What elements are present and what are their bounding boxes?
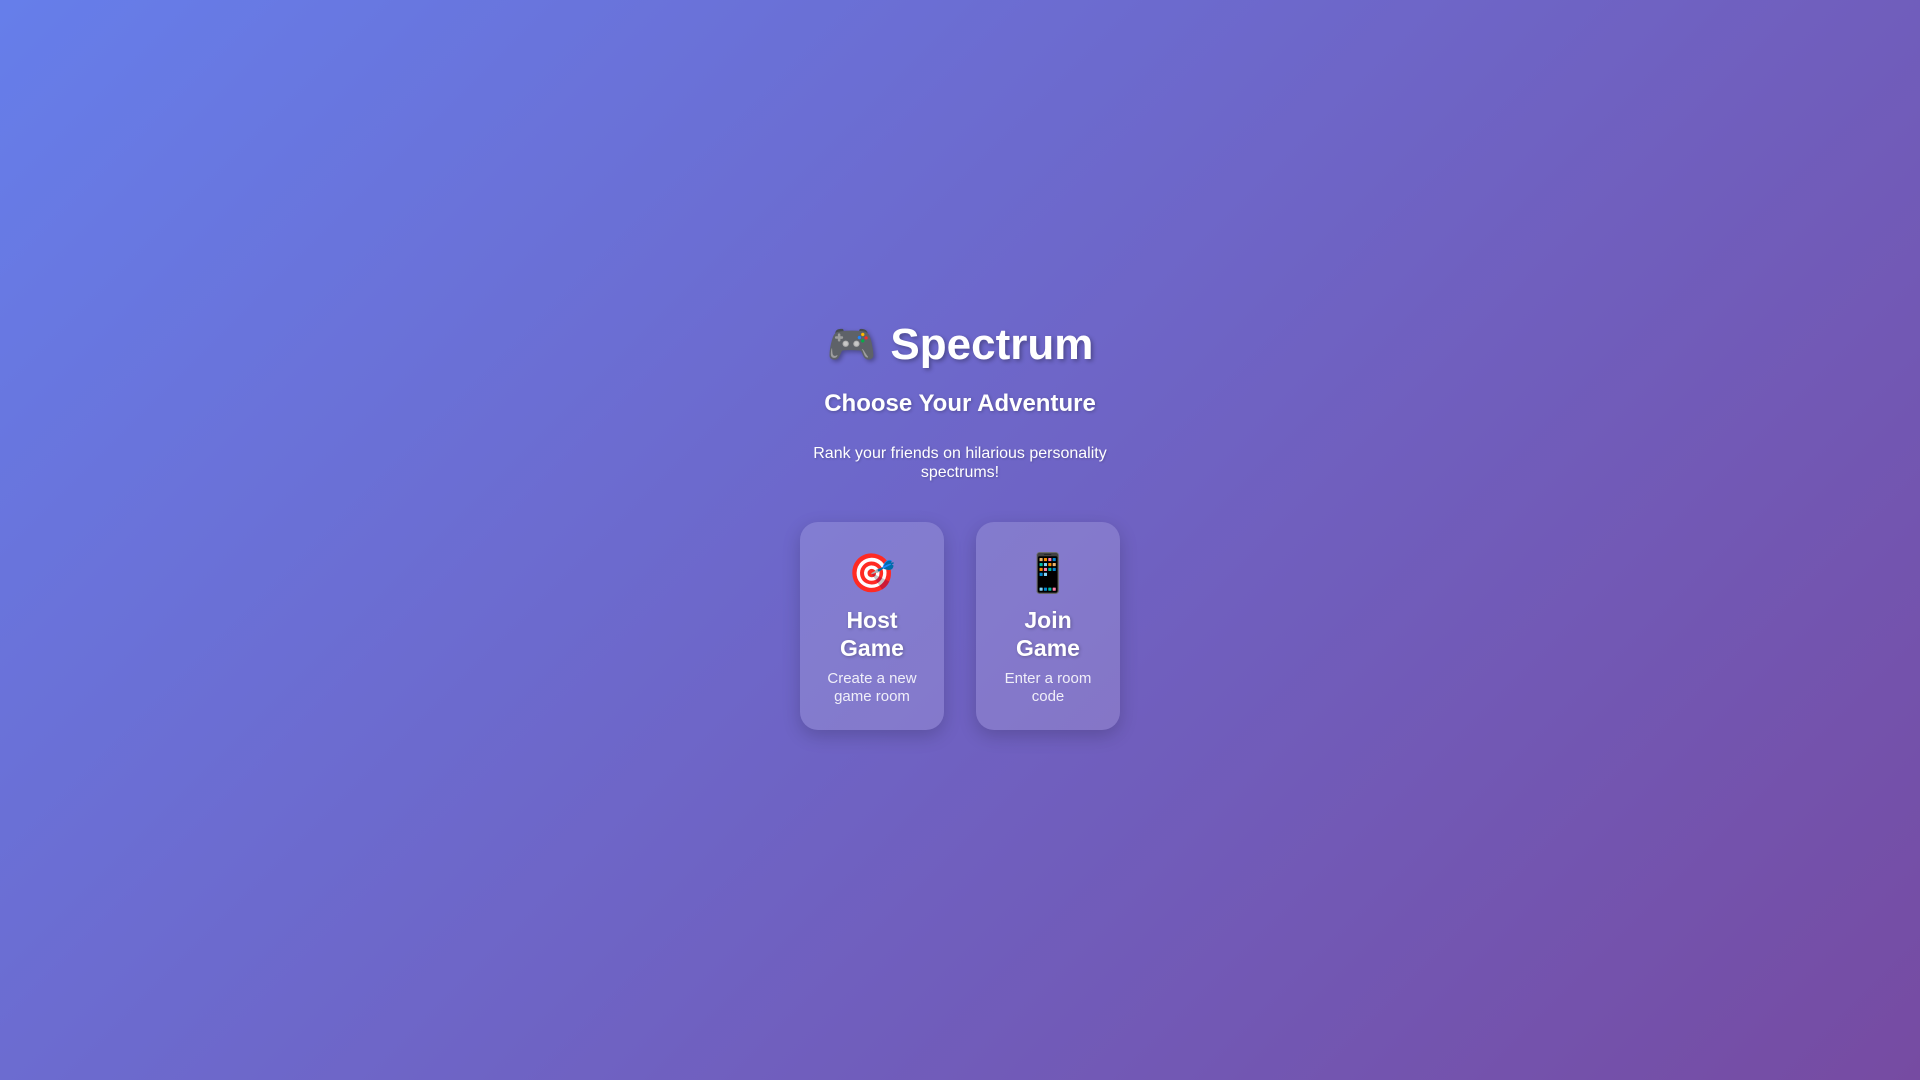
host-game-button[interactable]: 🎯 Host Game Create a new game room: [800, 522, 944, 730]
join-game-title: Join Game: [1016, 607, 1080, 661]
tagline: Rank your friends on hilarious personali…: [813, 445, 1107, 481]
page-subtitle: Choose Your Adventure: [824, 390, 1096, 417]
join-game-description: Enter a room code: [1004, 670, 1092, 705]
target-icon: 🎯: [848, 553, 896, 595]
game-controller-icon: 🎮: [826, 323, 877, 367]
mobile-phone-icon: 📱: [1024, 553, 1072, 595]
game-options: 🎯 Host Game Create a new game room 📱 Joi…: [800, 522, 1120, 730]
host-game-title: Host Game: [840, 607, 904, 661]
app-title: 🎮 Spectrum: [827, 320, 1094, 370]
app-title-text: Spectrum: [890, 320, 1094, 369]
host-game-description: Create a new game room: [827, 670, 917, 705]
main-screen: 🎮 Spectrum Choose Your Adventure Rank yo…: [0, 0, 1920, 1080]
join-game-button[interactable]: 📱 Join Game Enter a room code: [976, 522, 1120, 730]
